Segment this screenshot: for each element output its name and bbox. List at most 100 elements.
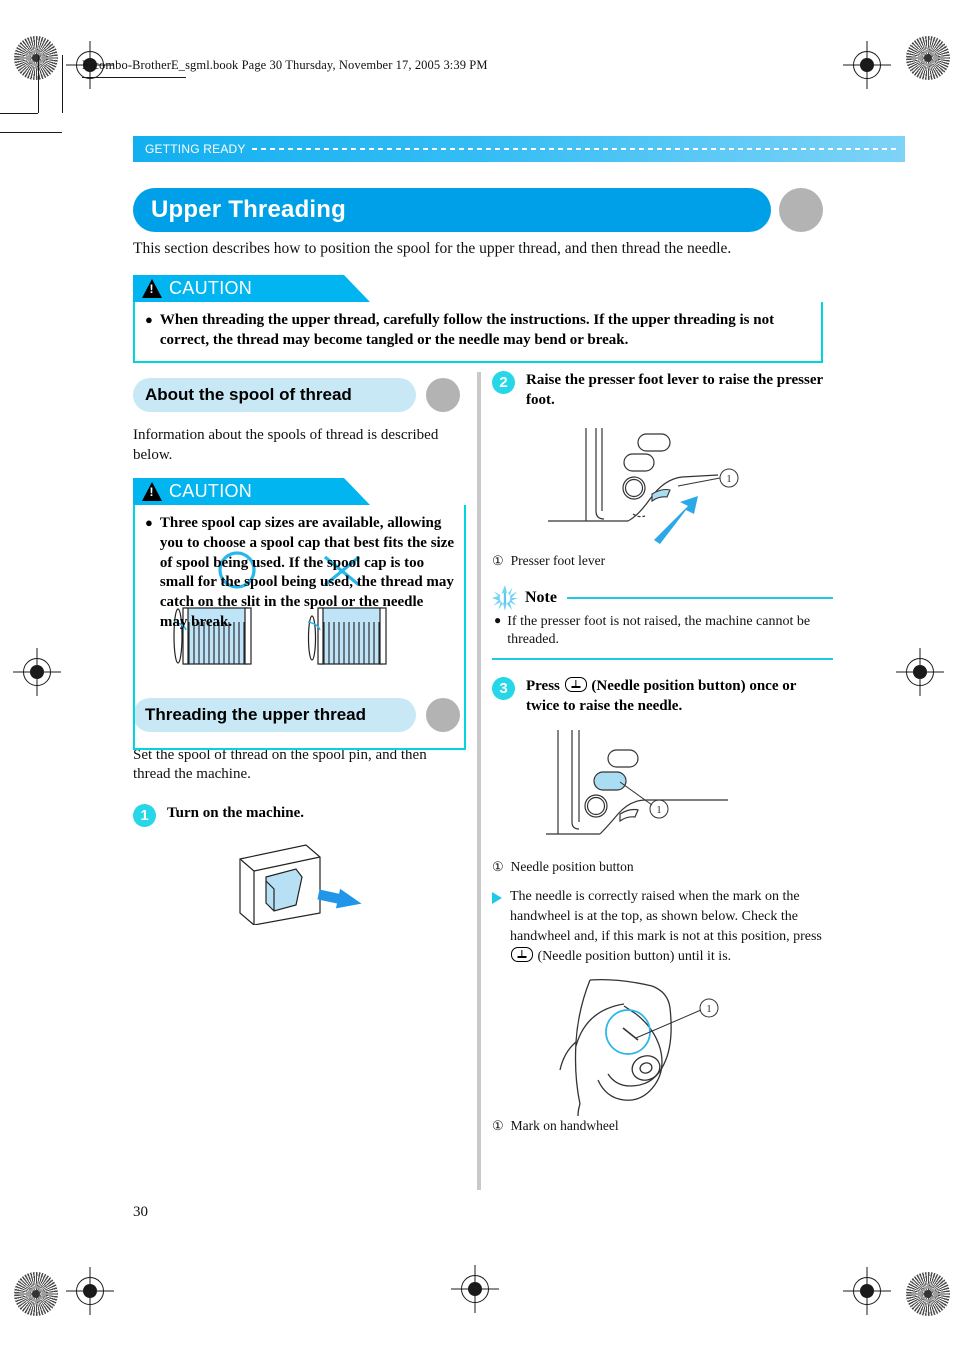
caption-number-icon-3: ① [492,1117,504,1133]
warning-triangle-icon-2 [142,482,162,501]
registration-star-bottom-left [14,1272,58,1316]
svg-text:1: 1 [656,804,662,816]
step-3-number: 3 [492,677,515,701]
needle-position-figure: 1 ① Needle position button [492,722,833,875]
caution-box-upper-thread: CAUTION ● When threading the upper threa… [133,275,823,363]
handwheel-svg: 1 [558,978,718,1116]
step-2-number: 2 [492,371,515,394]
step-3: 3 Press (Needle position button) once or… [492,676,833,716]
title-pill: Upper Threading [133,188,771,232]
caution-item-text-2: Three spool cap sizes are available, all… [159,515,455,630]
needle-raised-note-part1: The needle is correctly raised when the … [510,889,822,945]
needle-position-caption: ① Needle position button [492,859,833,875]
needle-position-button-icon-2 [511,947,533,963]
needle-position-button-icon [564,677,587,693]
page-title-bar: Upper Threading [133,188,823,232]
registration-star-top-right [906,36,950,80]
registration-cross-bottom-right [850,1274,884,1308]
caution-tab: CAUTION [133,275,370,302]
step-1: 1 Turn on the machine. [133,803,466,828]
bullet-dot-icon: ● [145,312,153,327]
note-block: Note ● If the presser foot is not raised… [492,585,833,661]
page-title: Upper Threading [151,196,347,223]
step-1-number: 1 [133,804,156,828]
svg-text:1: 1 [726,473,732,485]
registration-cross-right [903,655,937,689]
caution-item-2: ● Three spool cap sizes are available, a… [145,514,454,633]
note-starburst-icon [492,585,518,611]
bullet-dot-icon-3: ● [494,613,502,627]
caption-text: Presser foot lever [510,553,606,568]
step-2: 2 Raise the presser foot lever to raise … [492,370,833,410]
triangle-bullet-icon [492,892,502,905]
right-column: 2 Raise the presser foot lever to raise … [492,370,833,1134]
crop-mark-vertical-left [38,55,39,113]
subheading-text: About the spool of thread [145,385,352,404]
title-crescent-accent [779,188,823,232]
registration-star-top-left [14,36,58,80]
blue-arrow-icon-2 [653,496,698,544]
step-2-text: Raise the presser foot lever to raise th… [526,372,823,408]
switch-rocker [264,868,303,912]
handwheel-figure: 1 ① Mark on handwheel [492,976,833,1134]
needle-raised-note-part2: (Needle position button) until it is. [537,949,732,965]
presser-foot-lever-part [650,488,671,503]
needle-position-svg: 1 [545,730,728,836]
crop-mark-horizontal-left-2 [0,113,38,114]
registration-cross-top-right [850,48,884,82]
caution-tab-2: CAUTION [133,478,370,505]
step-3-text-before: Press [526,678,560,695]
note-rule-bottom [492,657,833,661]
presser-foot-caption: ① Presser foot lever [492,553,833,569]
subheading-about-spool: About the spool of thread [133,378,466,412]
caption-text-2: Needle position button [510,859,634,875]
handwheel-caption: ① Mark on handwheel [492,1118,833,1134]
presser-foot-figure: 1 ① Presser foot lever [492,416,833,569]
threading-upper-body: Set the spool of thread on the spool pin… [133,746,427,783]
about-spool-body: Information about the spools of thread i… [133,427,439,463]
running-head-dashed-rule [251,148,897,150]
presser-foot-svg: 1 [547,428,738,544]
caption-number-icon: ① [492,553,504,568]
note-item-text: If the presser foot is not raised, the m… [507,614,811,648]
blue-arrow-icon [316,888,362,909]
crop-mark-horizontal-left [0,132,62,133]
step-3-text: Press (Needle position button) once or t… [526,676,833,716]
caution-label: CAUTION [169,278,253,298]
note-item: ● If the presser foot is not raised, the… [492,613,833,650]
subheading-pill: About the spool of thread [133,378,416,412]
subheading-crescent-accent [426,378,460,412]
warning-triangle-icon [142,279,162,298]
svg-text:1: 1 [706,1003,712,1015]
needle-raised-note-text: The needle is correctly raised when the … [510,887,833,967]
note-head: Note [492,585,833,611]
column-divider [477,372,481,1190]
running-head-label: GETTING READY [145,142,246,156]
manual-page: F-combo-BrotherE_sgml.book Page 30 Thurs… [0,0,954,1351]
caution-box-spool-cap: CAUTION ● Three spool cap sizes are avai… [133,478,466,750]
caution-label-2: CAUTION [169,481,253,501]
file-header-text: F-combo-BrotherE_sgml.book Page 30 Thurs… [82,58,488,72]
crop-mark-vertical-left-2 [62,55,63,113]
caution-body-2: ● Three spool cap sizes are available, a… [133,505,466,750]
needle-position-button-part [592,771,627,792]
caption-text-3: Mark on handwheel [510,1117,619,1133]
registration-cross-bottom-left [73,1274,107,1308]
caution-body: ● When threading the upper thread, caref… [133,302,823,363]
needle-raised-note: The needle is correctly raised when the … [492,887,833,967]
registration-cross-left [20,655,54,689]
file-header-rule [82,77,186,78]
intro-paragraph: This section describes how to position t… [133,240,732,257]
running-head: GETTING READY [133,136,905,162]
power-switch-figure [133,833,466,926]
registration-star-bottom-right [906,1272,950,1316]
registration-cross-bottom-center [458,1272,492,1306]
step-1-text: Turn on the machine. [167,805,304,822]
caution-item: ● When threading the upper thread, caref… [145,311,811,351]
bullet-dot-icon-2: ● [145,515,153,530]
caution-item-text: When threading the upper thread, careful… [159,312,775,348]
page-number: 30 [133,1204,148,1220]
power-switch-svg [238,844,362,926]
note-rule-top [566,596,833,600]
caption-number-icon-2: ① [492,859,504,875]
